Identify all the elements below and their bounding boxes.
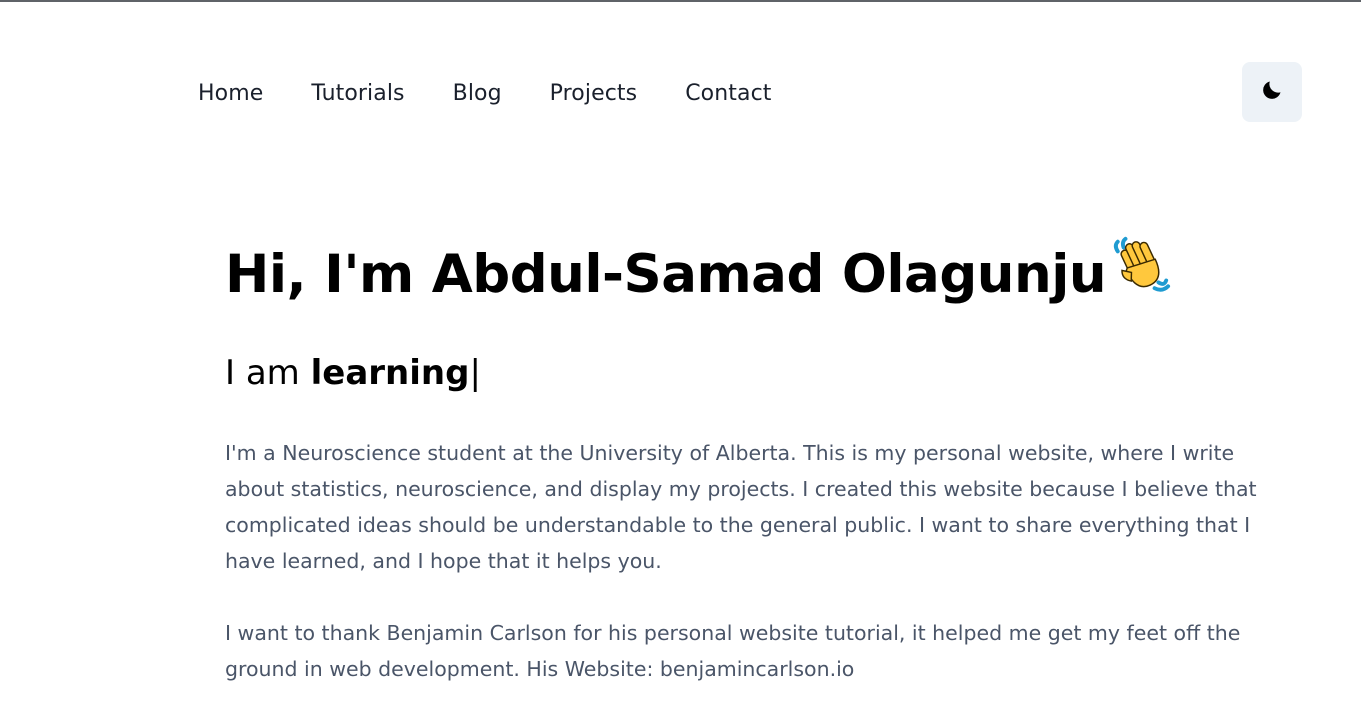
waving-hand-icon (1110, 232, 1172, 311)
moon-icon (1260, 78, 1284, 106)
nav-link-home[interactable]: Home (198, 79, 263, 109)
window-top-border (0, 0, 1361, 2)
typing-subtitle: I am learning| (225, 350, 481, 396)
nav-link-contact[interactable]: Contact (685, 79, 771, 109)
about-paragraph-1: I'm a Neuroscience student at the Univer… (225, 441, 1257, 573)
typing-cursor: | (469, 353, 481, 393)
typing-prefix: I am (225, 353, 311, 393)
nav-link-blog[interactable]: Blog (453, 79, 502, 109)
about-paragraph-2: I want to thank Benjamin Carlson for his… (225, 621, 1241, 681)
nav-link-tutorials[interactable]: Tutorials (311, 79, 404, 109)
typing-word: learning (310, 353, 470, 393)
nav-link-projects[interactable]: Projects (550, 79, 638, 109)
main-nav: Home Tutorials Blog Projects Contact (198, 79, 820, 109)
page-title: Hi, I'm Abdul-Samad Olagunju (225, 232, 1172, 311)
hero-title-text: Hi, I'm Abdul-Samad Olagunju (225, 244, 1107, 305)
theme-toggle-button[interactable] (1242, 62, 1302, 122)
